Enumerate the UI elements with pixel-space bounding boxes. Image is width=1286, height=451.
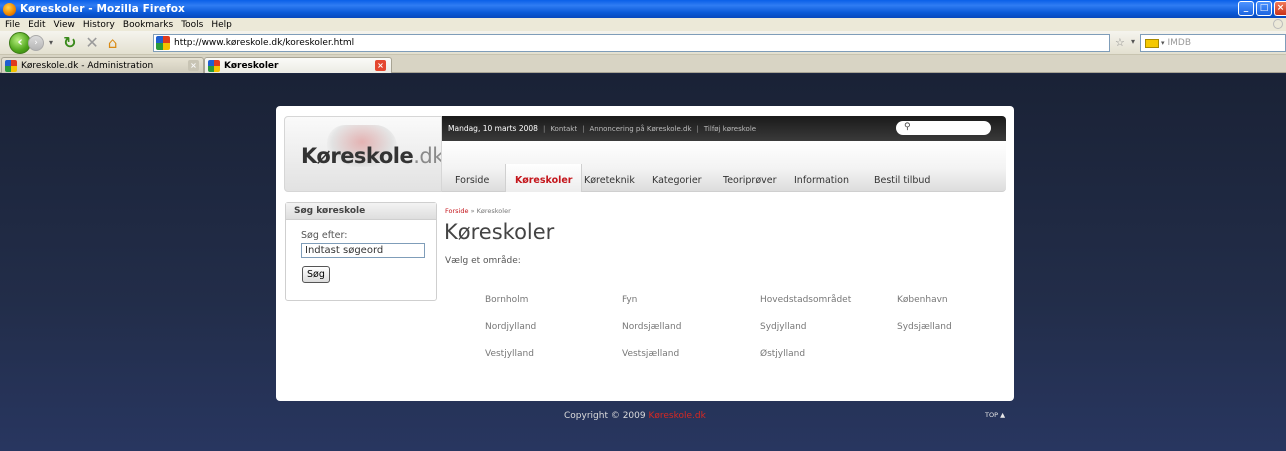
window-title: Køreskoler - Mozilla Firefox [20,3,185,15]
search-engine-icon[interactable] [1145,38,1159,48]
nav-teoriprover[interactable]: Teoriprøver [723,175,777,186]
menu-history[interactable]: History [83,20,115,30]
nav-bestil-tilbud[interactable]: Bestil tilbud [874,175,930,186]
tab-favicon-icon [5,59,17,72]
window-titlebar: Køreskoler - Mozilla Firefox _ □ × [0,0,1286,18]
forward-button[interactable]: › [28,34,44,51]
copyright-brand-link[interactable]: Køreskole.dk [648,411,705,421]
menu-view[interactable]: View [54,20,75,30]
region-link-sydsjaelland[interactable]: Sydsjælland [897,322,952,332]
footer-copyright: Copyright © 2009 Køreskole.dk [564,411,706,421]
search-input[interactable]: Indtast søgeord [301,243,425,258]
separator: | [696,124,699,133]
breadcrumb: Forside » Køreskoler [445,207,511,215]
menu-edit[interactable]: Edit [28,20,45,30]
firefox-icon [3,2,16,16]
advertising-link[interactable]: Annoncering på Køreskole.dk [589,125,691,133]
search-placeholder[interactable]: IMDB [1168,38,1192,48]
close-window-button[interactable]: × [1274,1,1286,16]
site-favicon-icon [156,36,170,50]
region-link-nordsjaelland[interactable]: Nordsjælland [622,322,681,332]
region-link-kobenhavn[interactable]: København [897,295,948,305]
tab-koreskoler[interactable]: Køreskoler × [204,57,392,73]
nav-kategorier[interactable]: Kategorier [652,175,702,186]
logo-text: Køreskole.dk [301,144,442,168]
nav-information[interactable]: Information [794,175,849,186]
bookmark-star-icon[interactable]: ☆ [1115,36,1125,49]
region-link-ostjylland[interactable]: Østjylland [760,349,805,359]
engine-dropdown-icon[interactable]: ▾ [1161,39,1165,47]
region-link-fyn[interactable]: Fyn [622,295,637,305]
region-link-nordjylland[interactable]: Nordjylland [485,322,536,332]
contact-link[interactable]: Kontakt [550,125,577,133]
maximize-button[interactable]: □ [1256,1,1272,16]
current-date: Mandag, 10 marts 2008 [448,124,538,133]
window-controls: _ □ × [1238,1,1286,16]
url-dropdown-icon[interactable]: ▾ [1131,37,1135,46]
history-dropdown-icon[interactable]: ▾ [49,38,53,47]
home-icon[interactable]: ⌂ [108,34,118,52]
region-link-sydjylland[interactable]: Sydjylland [760,322,807,332]
intro-text: Vælg et område: [445,256,521,266]
nav-koreskoler[interactable]: Køreskoler [505,164,583,192]
breadcrumb-current: Køreskoler [476,207,511,215]
region-link-hovedstadsomradet[interactable]: Hovedstadsområdet [760,295,851,305]
navigation-toolbar: ‹ › ▾ ↻ ✕ ⌂ http://www.køreskole.dk/kore… [0,31,1286,55]
menu-tools[interactable]: Tools [181,20,203,30]
menu-file[interactable]: File [5,20,20,30]
site-logo[interactable]: Køreskole.dk [284,116,442,192]
nav-koreteknik[interactable]: Køreteknik [584,175,635,186]
tab-administration[interactable]: Køreskole.dk - Administration × [1,57,204,73]
search-box-title: Søg køreskole [286,203,436,220]
search-label: Søg efter: [301,230,348,241]
stop-icon[interactable]: ✕ [85,33,98,52]
tab-label: Køreskoler [224,60,279,71]
address-bar[interactable]: http://www.køreskole.dk/koreskoler.html [153,34,1110,52]
tab-close-icon[interactable]: × [375,60,386,71]
throbber-icon [1273,19,1283,29]
top-info-bar: Mandag, 10 marts 2008 | Kontakt | Annonc… [442,116,1006,141]
breadcrumb-separator: » [470,207,475,215]
search-icon: ⚲ [904,122,911,132]
school-search-box: Søg køreskole Søg efter: Indtast søgeord… [285,202,437,301]
separator: | [542,124,546,133]
separator: | [582,124,585,133]
site-search-input[interactable]: ⚲ [896,121,991,135]
menu-help[interactable]: Help [211,20,232,30]
back-to-top-link[interactable]: TOP ▲ [985,411,1005,419]
tab-favicon-icon [208,59,220,72]
add-school-link[interactable]: Tilføj køreskole [704,125,756,133]
region-link-vestsjaelland[interactable]: Vestsjælland [622,349,679,359]
nav-forside[interactable]: Forside [455,175,489,186]
tab-close-icon[interactable]: × [188,60,199,71]
menu-bookmarks[interactable]: Bookmarks [123,20,173,30]
page-title: Køreskoler [444,220,555,244]
reload-icon[interactable]: ↻ [63,33,76,52]
region-link-bornholm[interactable]: Bornholm [485,295,528,305]
menu-bar: File Edit View History Bookmarks Tools H… [0,18,1286,31]
browser-search-field[interactable]: ▾ IMDB [1140,34,1286,52]
site-container: Køreskole.dk Mandag, 10 marts 2008 | Kon… [276,106,1014,401]
breadcrumb-home-link[interactable]: Forside [445,207,468,215]
main-navigation: Forside Køreskoler Køreteknik Kategorier… [442,141,1006,192]
minimize-button[interactable]: _ [1238,1,1254,16]
region-link-vestjylland[interactable]: Vestjylland [485,349,534,359]
tab-bar: Køreskole.dk - Administration × Køreskol… [0,55,1286,73]
copyright-text: Copyright © 2009 [564,411,646,421]
search-button[interactable]: Søg [302,266,330,283]
tab-label: Køreskole.dk - Administration [21,60,154,71]
page-viewport: Køreskole.dk Mandag, 10 marts 2008 | Kon… [0,74,1286,451]
url-text[interactable]: http://www.køreskole.dk/koreskoler.html [174,38,354,48]
